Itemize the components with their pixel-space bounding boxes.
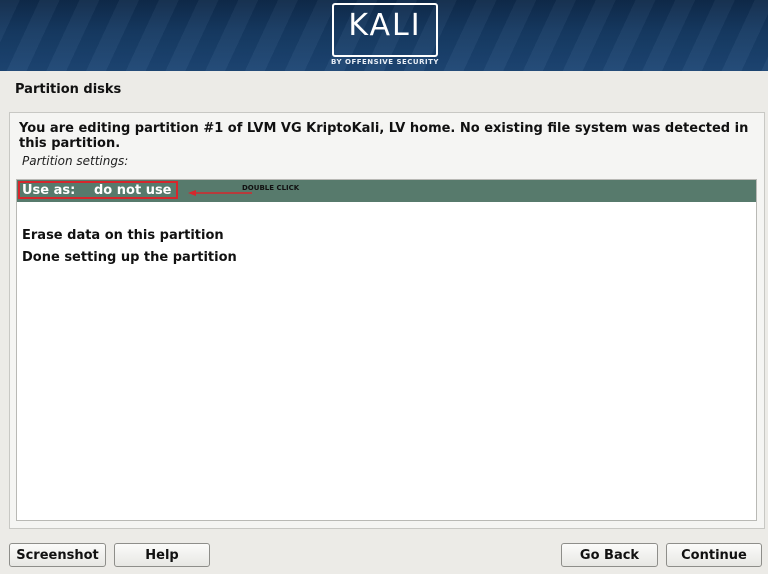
main-panel: You are editing partition #1 of LVM VG K… xyxy=(9,112,765,529)
list-item-erase-data[interactable]: Erase data on this partition xyxy=(17,225,756,247)
kali-logo: KALI xyxy=(332,3,438,57)
screenshot-button[interactable]: Screenshot xyxy=(9,543,106,567)
double-click-annotation: DOUBLE CLICK xyxy=(242,184,300,192)
erase-data-label: Erase data on this partition xyxy=(22,228,224,243)
continue-button[interactable]: Continue xyxy=(666,543,762,567)
go-back-button[interactable]: Go Back xyxy=(561,543,658,567)
partition-description: You are editing partition #1 of LVM VG K… xyxy=(19,121,749,151)
partition-settings-label: Partition settings: xyxy=(22,154,129,168)
done-setting-label: Done setting up the partition xyxy=(22,250,237,265)
logo-subtitle: BY OFFENSIVE SECURITY xyxy=(331,58,439,66)
partition-settings-list: Use as: do not use Erase data on this pa… xyxy=(16,179,757,521)
annotation-highlight-box xyxy=(18,181,178,199)
page-title: Partition disks xyxy=(15,82,122,97)
logo-text: KALI xyxy=(348,8,422,43)
list-item-done-setting[interactable]: Done setting up the partition xyxy=(17,247,756,269)
header-banner: KALI BY OFFENSIVE SECURITY xyxy=(0,0,768,71)
list-item-use-as[interactable]: Use as: do not use xyxy=(17,180,756,202)
help-button[interactable]: Help xyxy=(114,543,210,567)
